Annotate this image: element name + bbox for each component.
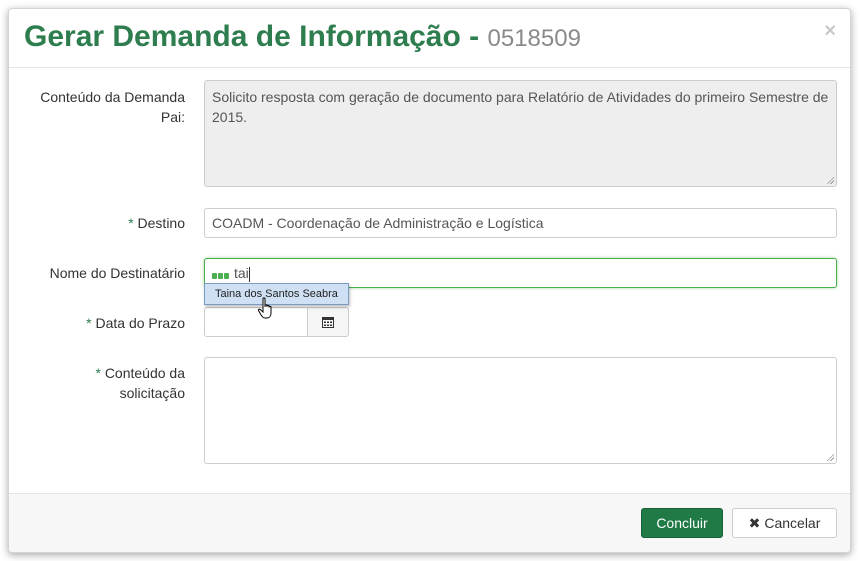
destinatario-label: Nome do Destinatário: [49, 265, 185, 281]
parent-content-value: Solicito resposta com geração de documen…: [212, 89, 829, 125]
close-icon: ✖: [748, 515, 761, 531]
conteudo-solicitacao-label: * Conteúdo da solicitação: [15, 363, 185, 403]
modal-header: Gerar Demanda de Informação - 0518509 ×: [9, 9, 850, 68]
conteudo-solicitacao-textarea[interactable]: [204, 357, 837, 464]
data-prazo-label: * Data do Prazo: [15, 313, 185, 333]
modal-footer: Concluir ✖ Cancelar: [9, 493, 850, 552]
resize-handle-icon[interactable]: [826, 176, 834, 184]
required-marker: *: [128, 215, 134, 231]
demand-number: 0518509: [487, 25, 581, 52]
close-button[interactable]: ×: [824, 21, 836, 41]
hand-cursor-icon: [257, 297, 272, 319]
modal-title: Gerar Demanda de Informação - 0518509: [24, 20, 581, 54]
destinatario-value: tai: [234, 265, 249, 281]
modal-dialog: Gerar Demanda de Informação - 0518509 × …: [8, 8, 851, 553]
parent-content-label: Conteúdo da Demanda Pai:: [40, 89, 185, 125]
text-caret: [248, 266, 250, 282]
conteudo-label-line2: solicitação: [119, 385, 185, 401]
destino-value: COADM - Coordenação de Administração e L…: [212, 215, 544, 231]
destino-field[interactable]: COADM - Coordenação de Administração e L…: [204, 208, 837, 238]
cancelar-label: Cancelar: [764, 515, 821, 531]
parent-content-textarea[interactable]: Solicito resposta com geração de documen…: [204, 80, 837, 187]
data-prazo-label-text: Data do Prazo: [95, 315, 186, 331]
destino-label-text: Destino: [137, 215, 185, 231]
calendar-icon: [322, 317, 334, 328]
required-marker: *: [95, 365, 101, 381]
cancelar-button[interactable]: ✖ Cancelar: [732, 508, 837, 538]
concluir-button[interactable]: Concluir: [641, 508, 723, 538]
calendar-button[interactable]: [307, 307, 349, 337]
data-prazo-input[interactable]: [204, 307, 308, 337]
loading-spinner-icon: [212, 264, 230, 284]
required-marker: *: [86, 315, 92, 331]
conteudo-label-line1: Conteúdo da: [104, 365, 185, 381]
resize-handle-icon[interactable]: [826, 453, 834, 461]
modal-title-text: Gerar Demanda de Informação -: [24, 20, 480, 53]
destino-label: * Destino: [15, 213, 185, 233]
